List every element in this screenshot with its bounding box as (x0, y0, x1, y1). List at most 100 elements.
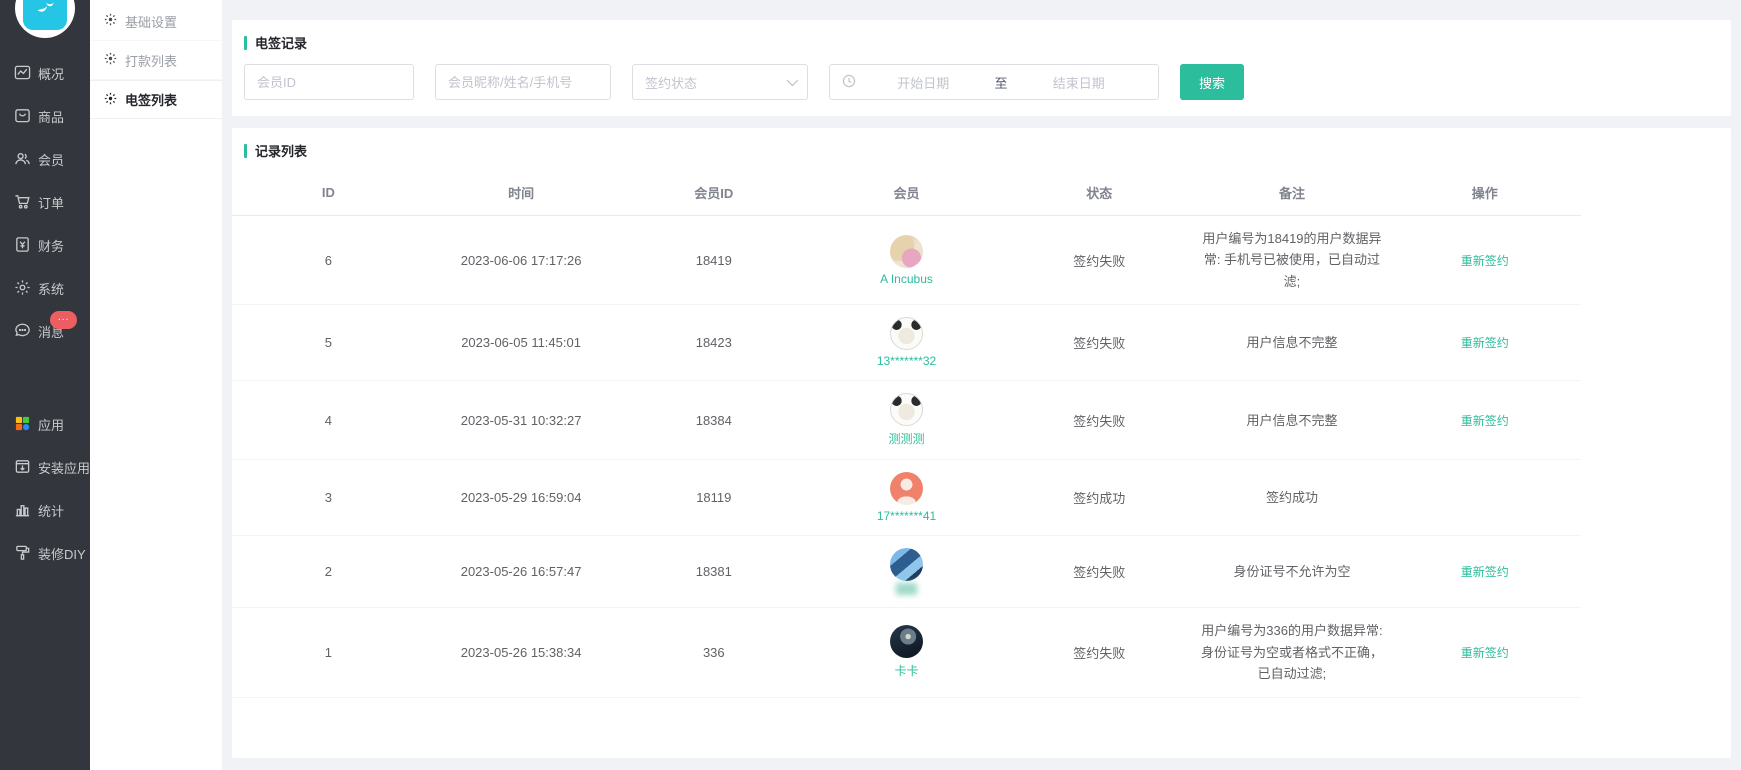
member-cell: A Incubus (814, 235, 999, 286)
end-date-placeholder: 结束日期 (1012, 73, 1147, 92)
main-sidebar: 概况 商品 会员 订单 财务 系统 消息 ... 应 (0, 0, 90, 770)
clock-icon (842, 74, 856, 91)
table-row: 6 2023-06-06 17:17:26 18419 A Incubus 签约… (232, 216, 1581, 305)
resign-action-link[interactable]: 重新签约 (1461, 565, 1509, 579)
cell-id: 1 (232, 608, 425, 697)
title-accent-bar (244, 36, 247, 50)
goods-icon (14, 107, 31, 127)
cell-id: 3 (232, 460, 425, 536)
panel-title-text: 电签记录 (255, 33, 307, 52)
cell-remark: 身份证号不允许为空 (1200, 561, 1385, 582)
submenu-item-basic-settings[interactable]: 基础设置 (90, 2, 222, 41)
search-filters: 签约状态 开始日期 至 结束日期 搜索 (244, 64, 1719, 100)
orders-icon (14, 193, 31, 213)
member-avatar (890, 625, 923, 658)
sidebar-item-overview[interactable]: 概况 (0, 52, 90, 95)
cell-time: 2023-05-29 16:59:04 (425, 460, 618, 536)
start-date-placeholder: 开始日期 (856, 73, 991, 92)
resign-action-link[interactable]: 重新签约 (1461, 336, 1509, 350)
sidebar-item-label: 订单 (38, 193, 64, 212)
resign-action-link[interactable]: 重新签约 (1461, 414, 1509, 428)
records-panel: 记录列表 ID 时间 会员ID 会员 状态 备注 操作 6 (232, 128, 1731, 758)
table-row: 5 2023-06-05 11:45:01 18423 13*******32 … (232, 305, 1581, 381)
search-button[interactable]: 搜索 (1180, 64, 1244, 100)
col-header-remark: 备注 (1196, 174, 1389, 216)
submenu-item-payment-list[interactable]: 打款列表 (90, 41, 222, 80)
sidebar-item-label: 系统 (38, 279, 64, 298)
cell-remark: 签约成功 (1200, 487, 1385, 508)
member-name-link[interactable]: 卡卡 (895, 662, 919, 679)
cell-id: 5 (232, 305, 425, 381)
secondary-sidebar: 基础设置 打款列表 电签列表 (90, 0, 222, 770)
sidebar-item-label: 应用 (38, 415, 64, 434)
sidebar-item-messages[interactable]: 消息 ... (0, 310, 90, 353)
esign-search-panel: 电签记录 签约状态 开始日期 至 结束日期 搜索 (232, 20, 1731, 116)
cell-remark: 用户信息不完整 (1200, 410, 1385, 431)
cell-id: 6 (232, 216, 425, 305)
table-header-row: ID 时间 会员ID 会员 状态 备注 操作 (232, 174, 1581, 216)
resign-action-link[interactable]: 重新签约 (1461, 254, 1509, 268)
cell-member-id: 18419 (617, 216, 810, 305)
sidebar-item-label: 商品 (38, 107, 64, 126)
sidebar-item-goods[interactable]: 商品 (0, 95, 90, 138)
member-name-link[interactable]: 13*******32 (877, 354, 936, 368)
app-logo[interactable] (0, 0, 90, 38)
cell-remark: 用户编号为18419的用户数据异常: 手机号已被使用，已自动过滤; (1200, 228, 1385, 292)
member-id-input[interactable] (244, 64, 414, 100)
cell-time: 2023-06-05 11:45:01 (425, 305, 618, 381)
date-separator: 至 (991, 73, 1012, 92)
col-header-id: ID (232, 174, 425, 216)
submenu-item-esign-list[interactable]: 电签列表 (90, 80, 222, 119)
cell-member-id: 336 (617, 608, 810, 697)
cell-member-id: 18423 (617, 305, 810, 381)
member-name-link[interactable]: A Incubus (880, 272, 933, 286)
cell-time: 2023-05-26 15:38:34 (425, 608, 618, 697)
title-accent-bar (244, 144, 247, 158)
panel-title: 记录列表 (232, 141, 1731, 160)
logo-swirl-icon (23, 0, 67, 30)
member-name-link[interactable]: ███ (896, 585, 917, 595)
sidebar-item-install-app[interactable]: 安装应用 (0, 446, 90, 489)
submenu-item-label: 电签列表 (125, 90, 177, 109)
cell-status: 签约失败 (1003, 216, 1196, 305)
sidebar-item-label: 财务 (38, 236, 64, 255)
sidebar-item-orders[interactable]: 订单 (0, 181, 90, 224)
member-cell: 17*******41 (814, 472, 999, 523)
col-header-status: 状态 (1003, 174, 1196, 216)
unread-badge: ... (50, 311, 77, 329)
records-table: ID 时间 会员ID 会员 状态 备注 操作 6 2023-06-06 17:1… (232, 174, 1581, 698)
member-avatar (890, 317, 923, 350)
date-range-picker[interactable]: 开始日期 至 结束日期 (829, 64, 1159, 100)
sidebar-item-label: 统计 (38, 501, 64, 520)
cell-remark: 用户编号为336的用户数据异常:身份证号为空或者格式不正确，已自动过滤; (1200, 620, 1385, 684)
app-window: 概况 商品 会员 订单 财务 系统 消息 ... 应 (0, 0, 1741, 770)
sign-status-select[interactable]: 签约状态 (632, 64, 808, 100)
cell-status: 签约失败 (1003, 305, 1196, 381)
table-row: 4 2023-05-31 10:32:27 18384 测测测 签约失败 用户信… (232, 381, 1581, 460)
sidebar-item-stats[interactable]: 统计 (0, 489, 90, 532)
cell-member-id: 18384 (617, 381, 810, 460)
cell-time: 2023-06-06 17:17:26 (425, 216, 618, 305)
sidebar-item-apps[interactable]: 应用 (0, 403, 90, 446)
member-cell: 卡卡 (814, 625, 999, 679)
sidebar-item-label: 概况 (38, 64, 64, 83)
member-name-link[interactable]: 17*******41 (877, 509, 936, 523)
sidebar-item-diy[interactable]: 装修DIY (0, 532, 90, 575)
stats-icon (14, 501, 31, 521)
logo-circle (15, 0, 75, 38)
member-cell: 13*******32 (814, 317, 999, 368)
member-avatar (890, 235, 923, 268)
cell-status: 签约失败 (1003, 381, 1196, 460)
table-row: 1 2023-05-26 15:38:34 336 卡卡 签约失败 用户编号为3… (232, 608, 1581, 697)
member-name-link[interactable]: 测测测 (889, 430, 925, 447)
sidebar-item-system[interactable]: 系统 (0, 267, 90, 310)
resign-action-link[interactable]: 重新签约 (1461, 646, 1509, 660)
col-header-action: 操作 (1388, 174, 1581, 216)
member-avatar (890, 393, 923, 426)
submenu-item-label: 打款列表 (125, 51, 177, 70)
member-name-input[interactable] (435, 64, 611, 100)
sidebar-item-members[interactable]: 会员 (0, 138, 90, 181)
sidebar-item-finance[interactable]: 财务 (0, 224, 90, 267)
member-cell: 测测测 (814, 393, 999, 447)
cell-member-id: 18119 (617, 460, 810, 536)
